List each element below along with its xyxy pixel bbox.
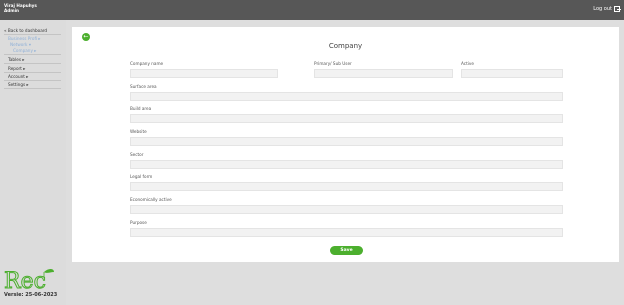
sidebar-item-network[interactable]: Network ▾ <box>10 42 31 47</box>
sidebar-item-business-profile[interactable]: Business Profi ▸ <box>8 36 41 41</box>
purpose-input[interactable] <box>130 228 563 237</box>
purpose-label: Purpose <box>130 220 147 225</box>
build-area-input[interactable] <box>130 114 563 123</box>
back-to-dashboard-link[interactable]: « Back to dashboard <box>4 28 47 33</box>
sidebar-item-report[interactable]: Report ▸ <box>8 66 25 71</box>
sector-label: Sector <box>130 152 144 157</box>
page-title: Company <box>328 42 363 50</box>
sector-input[interactable] <box>130 160 563 169</box>
logout-icon <box>614 6 621 12</box>
surface-area-input[interactable] <box>130 92 563 101</box>
sidebar: « Back to dashboard Business Profi ▸ Net… <box>0 20 66 305</box>
website-input[interactable] <box>130 137 563 146</box>
save-button[interactable]: Save <box>330 246 363 255</box>
sidebar-item-company[interactable]: Company ▸ <box>13 48 36 53</box>
website-label: Website <box>130 129 147 134</box>
build-area-label: Build area <box>130 106 152 111</box>
divider <box>4 80 61 81</box>
divider <box>4 88 61 89</box>
top-bar: Viraj Hapuhys Admin Log out <box>0 0 624 20</box>
divider <box>4 34 61 35</box>
surface-area-label: Surface area <box>130 84 157 89</box>
user-role: Admin <box>4 8 20 13</box>
logout-button[interactable]: Log out <box>593 6 621 12</box>
primary-sub-user-input[interactable] <box>314 69 453 78</box>
divider <box>4 72 61 73</box>
divider <box>4 63 61 64</box>
active-input[interactable] <box>461 69 563 78</box>
company-form-panel: ← Company Company name Primary/ Sub User… <box>72 27 619 262</box>
back-button[interactable]: ← <box>82 33 90 41</box>
logout-label: Log out <box>593 6 612 12</box>
sidebar-item-tables[interactable]: Tables ▸ <box>8 57 24 62</box>
divider <box>4 54 61 55</box>
legal-form-input[interactable] <box>130 182 563 191</box>
sidebar-item-account[interactable]: Account ▸ <box>8 74 28 79</box>
version-label: Versie: 25-06-2023 <box>4 292 58 298</box>
primary-sub-user-label: Primary/ Sub User <box>314 61 352 66</box>
company-name-input[interactable] <box>130 69 278 78</box>
rec-logo: Rec <box>4 269 54 292</box>
company-name-label: Company name <box>130 61 164 66</box>
svg-text:Rec: Rec <box>4 269 46 292</box>
active-label: Active <box>461 61 474 66</box>
legal-form-label: Legal form <box>130 174 153 179</box>
economically-active-input[interactable] <box>130 205 563 214</box>
arrow-left-icon: ← <box>83 33 89 40</box>
user-info: Viraj Hapuhys Admin <box>4 3 37 13</box>
sidebar-item-settings[interactable]: Settings ▸ <box>8 82 29 87</box>
economically-active-label: Economically active <box>130 197 172 202</box>
